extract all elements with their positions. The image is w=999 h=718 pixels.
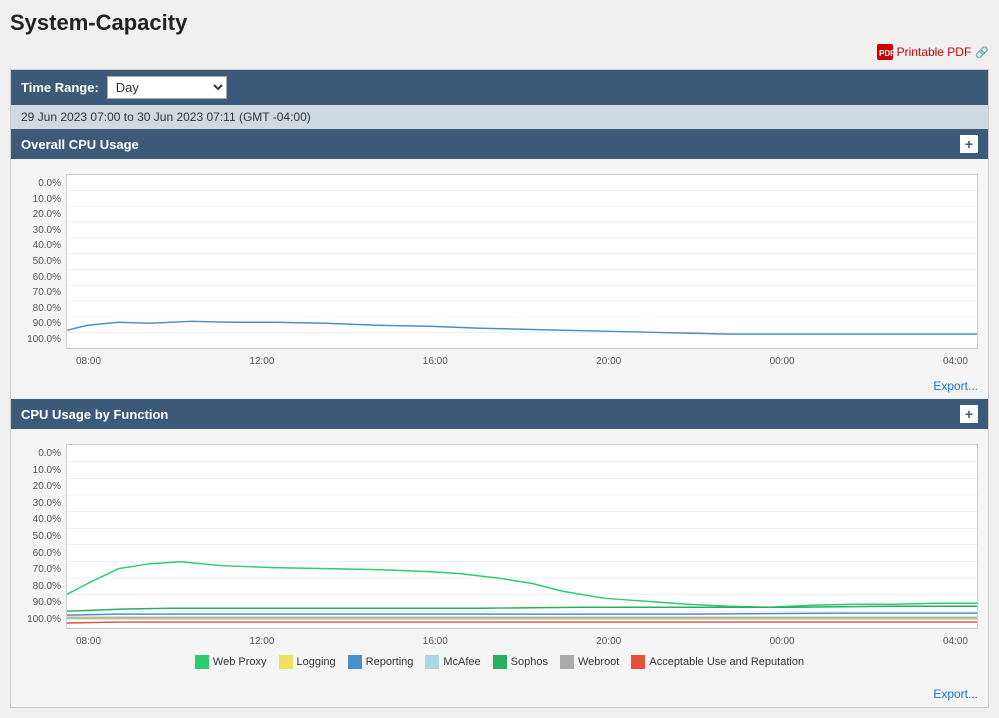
section1-x-axis: 08:00 12:00 16:00 20:00 00:00 04:00 [66,354,978,369]
legend-color-logging [279,655,293,669]
section1-y-axis: 100.0% 90.0% 80.0% 70.0% 60.0% 50.0% 40.… [21,174,61,349]
legend-label-acceptable-use: Acceptable Use and Reputation [649,656,804,668]
external-link-icon: 🔗 [975,46,989,59]
legend-item-reporting: Reporting [348,655,414,669]
main-container: Time Range: Day Hour Week Month Year 29 … [10,69,989,708]
section2-chart-wrapper: 100.0% 90.0% 80.0% 70.0% 60.0% 50.0% 40.… [21,444,978,629]
time-range-select[interactable]: Day Hour Week Month Year [107,76,227,99]
page-title: System-Capacity [10,10,989,36]
section1-chart-container: 100.0% 90.0% 80.0% 70.0% 60.0% 50.0% 40.… [11,159,988,374]
section2-expand-btn[interactable]: + [960,405,978,423]
section2-x-axis: 08:00 12:00 16:00 20:00 00:00 04:00 [66,634,978,649]
section1-expand-btn[interactable]: + [960,135,978,153]
legend-item-webproxy: Web Proxy [195,655,267,669]
section2-y-axis: 100.0% 90.0% 80.0% 70.0% 60.0% 50.0% 40.… [21,444,61,629]
time-range-label: Time Range: [21,80,99,95]
legend-label-logging: Logging [297,656,336,668]
legend-item-logging: Logging [279,655,336,669]
section2-export-row: Export... [11,682,988,707]
section1-chart-area [66,174,978,349]
section2-chart-svg [67,445,977,628]
legend-item-webroot: Webroot [560,655,619,669]
section1-export-row: Export... [11,374,988,399]
legend-label-sophos: Sophos [511,656,548,668]
legend-label-webproxy: Web Proxy [213,656,267,668]
printable-pdf-link[interactable]: PDF Printable PDF 🔗 [877,44,989,60]
section1-header: Overall CPU Usage + [11,129,988,159]
date-range-text: 29 Jun 2023 07:00 to 30 Jun 2023 07:11 (… [21,110,311,124]
legend-color-webproxy [195,655,209,669]
svg-text:PDF: PDF [879,49,893,58]
legend-color-reporting [348,655,362,669]
legend-item-acceptable-use: Acceptable Use and Reputation [631,655,804,669]
legend-label-webroot: Webroot [578,656,619,668]
section1-title: Overall CPU Usage [21,137,139,152]
section2-export-link[interactable]: Export... [933,687,978,701]
time-range-bar: Time Range: Day Hour Week Month Year [11,70,988,105]
chart-legend: Web Proxy Logging Reporting McAfee Sopho… [21,649,978,677]
legend-item-sophos: Sophos [493,655,548,669]
section1-chart-svg [67,175,977,348]
legend-color-sophos [493,655,507,669]
section2-header: CPU Usage by Function + [11,399,988,429]
printable-pdf-row: PDF Printable PDF 🔗 [10,44,989,63]
section1-chart-wrapper: 100.0% 90.0% 80.0% 70.0% 60.0% 50.0% 40.… [21,174,978,349]
pdf-icon: PDF [877,44,893,60]
date-range-bar: 29 Jun 2023 07:00 to 30 Jun 2023 07:11 (… [11,105,988,129]
section2-chart-area [66,444,978,629]
legend-color-acceptable-use [631,655,645,669]
legend-color-mcafee [425,655,439,669]
legend-label-mcafee: McAfee [443,656,480,668]
legend-color-webroot [560,655,574,669]
section1-export-link[interactable]: Export... [933,379,978,393]
legend-label-reporting: Reporting [366,656,414,668]
section2-title: CPU Usage by Function [21,407,168,422]
section2-chart-container: 100.0% 90.0% 80.0% 70.0% 60.0% 50.0% 40.… [11,429,988,682]
legend-item-mcafee: McAfee [425,655,480,669]
